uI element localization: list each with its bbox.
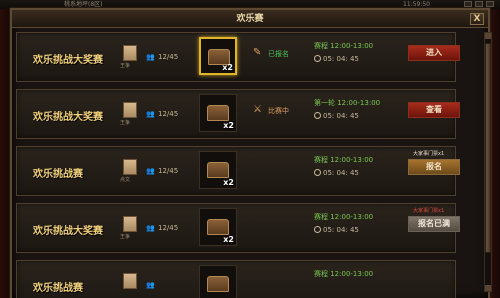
reward-slot[interactable]: x2 xyxy=(199,208,237,246)
event-name: 欢乐挑战大奖赛 xyxy=(33,226,103,237)
reward-quantity: x2 xyxy=(222,63,233,72)
clock-icon xyxy=(314,169,321,176)
countdown-label: 05: 04: 45 xyxy=(323,169,359,177)
schedule-label: 赛程 12:00-13:00 xyxy=(314,270,374,278)
player-count: 👥 xyxy=(146,281,158,289)
player-count: 👥 12/45 xyxy=(146,167,178,175)
close-window-icon[interactable] xyxy=(486,1,494,7)
minimize-icon[interactable] xyxy=(464,1,472,7)
reward-quantity: x2 xyxy=(223,178,234,187)
maximize-icon[interactable] xyxy=(475,1,483,7)
scroll-icon xyxy=(123,273,137,289)
ticket-note: 大家事门票x1 xyxy=(413,151,445,157)
clock-icon xyxy=(314,55,321,62)
clock-icon xyxy=(314,112,321,119)
event-name: 欢乐挑战大奖赛 xyxy=(33,112,103,123)
player-count-label: 12/45 xyxy=(158,167,179,175)
event-tag: 王争 xyxy=(120,234,131,240)
countdown: 05: 04: 45 xyxy=(314,55,359,63)
scrollbar[interactable] xyxy=(484,32,492,292)
event-row: 欢乐挑战赛 👥 赛程 12:00-13:00 xyxy=(16,260,456,298)
schedule-label: 第一轮 12:00-13:00 xyxy=(314,99,381,107)
event-tag: 王争 xyxy=(120,63,131,69)
status-icon: ✎ xyxy=(253,47,262,58)
status-label: 已报名 xyxy=(268,50,289,58)
event-tag: 王争 xyxy=(120,120,131,126)
scroll-down-icon[interactable] xyxy=(485,285,491,291)
reward-slot[interactable] xyxy=(199,265,237,298)
reward-quantity: x2 xyxy=(223,235,234,244)
close-button[interactable]: X xyxy=(470,13,484,25)
reward-slot[interactable]: x2 xyxy=(199,151,237,189)
player-count: 👥 12/45 xyxy=(146,110,178,118)
reward-slot[interactable]: x2 xyxy=(199,94,237,132)
clock-icon xyxy=(314,226,321,233)
event-row: 欢乐挑战赛 点文 👥 12/45 x2 赛程 12:00-13:00 05: 04… xyxy=(16,146,460,196)
player-count-label: 12/45 xyxy=(158,224,179,232)
event-row: 欢乐挑战大奖赛 王争 👥 12/45 x2 ⚔ 比赛中 第一轮 12:00-13:… xyxy=(16,89,460,139)
event-action-button[interactable]: 报名 xyxy=(408,159,460,175)
countdown: 05: 04: 45 xyxy=(314,169,359,177)
reward-quantity: x2 xyxy=(223,121,234,130)
status-label: 比赛中 xyxy=(268,107,289,115)
countdown-label: 05: 04: 45 xyxy=(323,112,359,120)
players-icon: 👥 xyxy=(146,224,155,232)
event-action-button[interactable]: 进入 xyxy=(408,45,460,61)
players-icon: 👥 xyxy=(146,281,155,289)
event-name: 欢乐挑战赛 xyxy=(33,283,83,294)
player-count-label: 12/45 xyxy=(158,53,179,61)
window-controls xyxy=(464,1,494,7)
event-name: 欢乐挑战大奖赛 xyxy=(33,55,103,66)
countdown: 05: 04: 45 xyxy=(314,112,359,120)
reward-slot[interactable]: x2 xyxy=(199,37,237,75)
event-tag: 点文 xyxy=(120,177,131,183)
scroll-up-icon[interactable] xyxy=(485,33,491,39)
players-icon: 👥 xyxy=(146,110,155,118)
player-count: 👥 12/45 xyxy=(146,224,178,232)
event-row: 欢乐挑战大奖赛 王争 👥 12/45 x2 ✎ 已报名 赛程 12:00-13:0… xyxy=(16,32,460,82)
treasure-chest-icon xyxy=(207,276,229,292)
event-name: 欢乐挑战赛 xyxy=(33,169,83,180)
player-count-label: 12/45 xyxy=(158,110,179,118)
event-list: 欢乐挑战大奖赛 王争 👥 12/45 x2 ✎ 已报名 赛程 12:00-13:0… xyxy=(16,32,472,298)
window-header: 欢乐赛 X xyxy=(12,10,488,28)
treasure-chest-icon xyxy=(207,105,229,121)
status-icon: ⚔ xyxy=(253,104,262,115)
countdown-label: 05: 04: 45 xyxy=(323,226,359,234)
scroll-icon xyxy=(123,102,137,118)
treasure-chest-icon xyxy=(207,162,229,178)
ticket-note: 大家事门票x1 xyxy=(413,208,445,214)
scroll-icon xyxy=(123,45,137,61)
players-icon: 👥 xyxy=(146,53,155,61)
schedule-label: 赛程 12:00-13:00 xyxy=(314,156,374,164)
scroll-thumb[interactable] xyxy=(485,43,491,253)
scroll-icon xyxy=(123,159,137,175)
countdown: 05: 04: 45 xyxy=(314,226,359,234)
event-action-button[interactable]: 报名已满 xyxy=(408,216,460,232)
treasure-chest-icon xyxy=(207,219,229,235)
players-icon: 👥 xyxy=(146,167,155,175)
scroll-icon xyxy=(123,216,137,232)
schedule-label: 赛程 12:00-13:00 xyxy=(314,42,374,50)
countdown-label: 05: 04: 45 xyxy=(323,55,359,63)
player-count: 👥 12/45 xyxy=(146,53,178,61)
event-action-button[interactable]: 查看 xyxy=(408,102,460,118)
schedule-label: 赛程 12:00-13:00 xyxy=(314,213,374,221)
event-row: 欢乐挑战大奖赛 王争 👥 12/45 x2 赛程 12:00-13:00 05: … xyxy=(16,203,460,253)
left-border-decoration xyxy=(0,0,10,298)
window-title: 欢乐赛 xyxy=(236,14,264,24)
